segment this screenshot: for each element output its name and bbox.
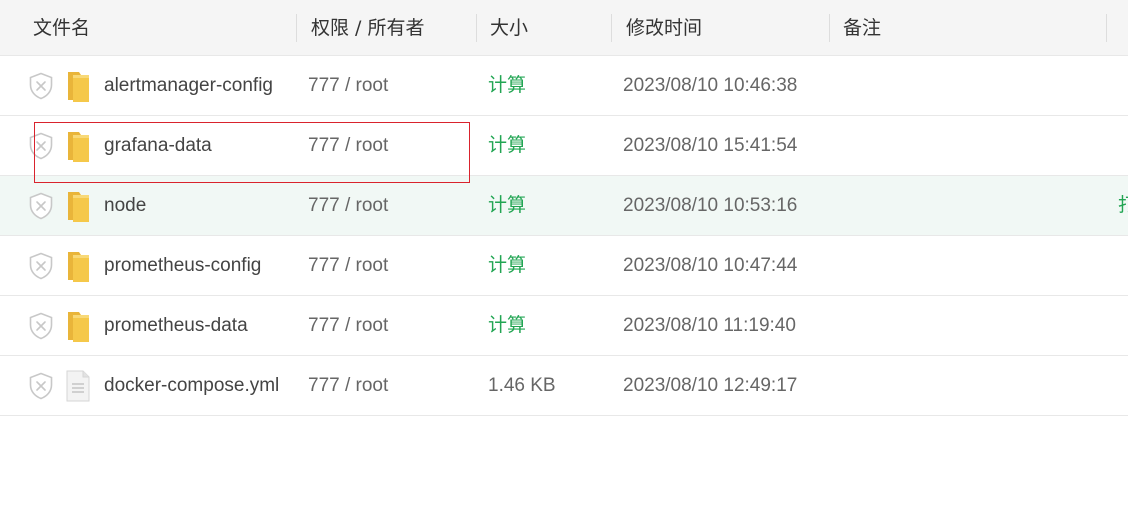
column-divider[interactable] (1106, 14, 1107, 42)
permission-owner-link[interactable]: 777 / root (308, 236, 388, 295)
modified-time: 2023/08/10 10:53:16 (623, 195, 798, 216)
shield-icon[interactable] (28, 312, 54, 340)
column-header-note[interactable]: 备注 (843, 0, 881, 56)
permission-owner-link[interactable]: 777 / root (308, 56, 388, 115)
table-row[interactable]: alertmanager-config 777 / root 计算 2023/0… (0, 56, 1128, 116)
permission-owner-link[interactable]: 777 / root (308, 116, 388, 175)
modified-time: 2023/08/10 15:41:54 (623, 135, 798, 156)
calculate-size-link[interactable]: 计算 (488, 236, 526, 295)
column-divider[interactable] (296, 14, 297, 42)
calculate-size-link[interactable]: 计算 (488, 56, 526, 115)
shield-icon[interactable] (28, 252, 54, 280)
file-name-link[interactable]: alertmanager-config (104, 56, 273, 115)
shield-icon[interactable] (28, 192, 54, 220)
folder-icon (68, 72, 89, 102)
calculate-size-link[interactable]: 计算 (488, 296, 526, 355)
table-row[interactable]: grafana-data 777 / root 计算 2023/08/10 15… (0, 116, 1128, 176)
column-divider[interactable] (611, 14, 612, 42)
shield-icon[interactable] (28, 72, 54, 100)
file-icon (66, 370, 90, 402)
table-row[interactable]: docker-compose.yml 777 / root 1.46 KB 20… (0, 356, 1128, 416)
modified-time: 2023/08/10 10:47:44 (623, 255, 798, 276)
file-name-link[interactable]: prometheus-config (104, 236, 261, 295)
folder-icon (68, 252, 89, 282)
modified-time: 2023/08/10 11:19:40 (623, 315, 796, 336)
calculate-size-link[interactable]: 计算 (488, 176, 526, 235)
file-name-link[interactable]: node (104, 176, 146, 235)
column-divider[interactable] (829, 14, 830, 42)
file-name-link[interactable]: docker-compose.yml (104, 356, 279, 415)
file-table-header: 文件名 权限 / 所有者 大小 修改时间 备注 (0, 0, 1128, 56)
table-row[interactable]: prometheus-config 777 / root 计算 2023/08/… (0, 236, 1128, 296)
table-row[interactable]: prometheus-data 777 / root 计算 2023/08/10… (0, 296, 1128, 356)
shield-icon[interactable] (28, 372, 54, 400)
folder-icon (68, 192, 89, 222)
permission-owner-link[interactable]: 777 / root (308, 356, 388, 415)
column-header-permission[interactable]: 权限 / 所有者 (311, 0, 424, 56)
file-name-link[interactable]: grafana-data (104, 116, 212, 175)
folder-icon (68, 132, 89, 162)
row-action-link[interactable]: 打 (1118, 176, 1128, 235)
column-header-size[interactable]: 大小 (490, 0, 528, 56)
table-row[interactable]: node 777 / root 计算 2023/08/10 10:53:16 打 (0, 176, 1128, 236)
modified-time: 2023/08/10 12:49:17 (623, 375, 798, 396)
file-size: 1.46 KB (488, 375, 556, 396)
column-header-modified-time[interactable]: 修改时间 (626, 0, 702, 56)
file-name-link[interactable]: prometheus-data (104, 296, 248, 355)
permission-owner-link[interactable]: 777 / root (308, 296, 388, 355)
calculate-size-link[interactable]: 计算 (488, 116, 526, 175)
modified-time: 2023/08/10 10:46:38 (623, 75, 798, 96)
shield-icon[interactable] (28, 132, 54, 160)
permission-owner-link[interactable]: 777 / root (308, 176, 388, 235)
column-header-name[interactable]: 文件名 (33, 0, 90, 56)
folder-icon (68, 312, 89, 342)
column-divider[interactable] (476, 14, 477, 42)
